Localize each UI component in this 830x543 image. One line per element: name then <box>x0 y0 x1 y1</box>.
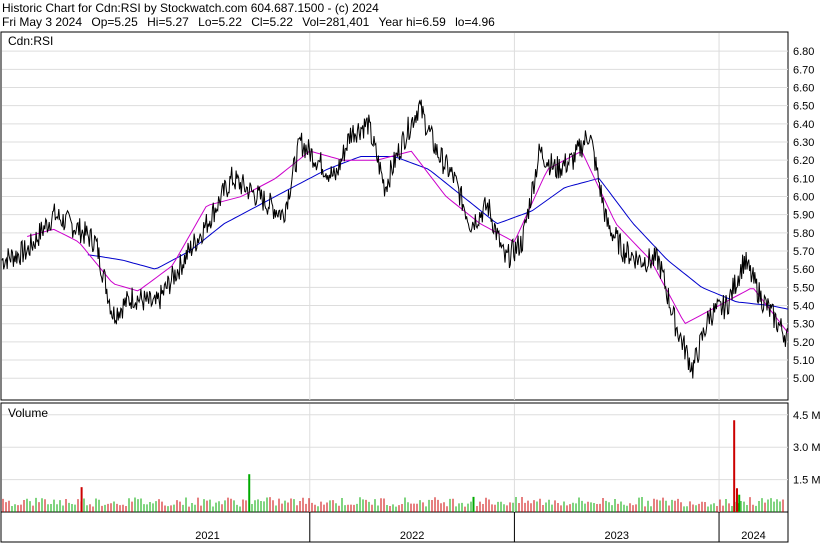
year-label: 2022 <box>400 530 424 542</box>
price-tick-label: 6.30 <box>793 137 814 149</box>
price-tick-label: 6.60 <box>793 83 814 95</box>
price-tick-label: 5.80 <box>793 228 814 240</box>
price-tick-label: 6.00 <box>793 192 814 204</box>
price-tick-label: 6.50 <box>793 101 814 113</box>
stock-chart: 5.00 5.10 5.20 5.30 5.40 5.50 5.60 5.70 5.80 5.90… <box>0 31 821 543</box>
price-tick-label: 5.30 <box>793 319 814 331</box>
price-tick-label: 6.10 <box>793 173 814 185</box>
volume-label: Volume <box>8 406 48 420</box>
volume-tick-label: 1.5 M <box>793 475 821 487</box>
year-label: 2024 <box>741 530 765 542</box>
price-tick-label: 6.80 <box>793 46 814 58</box>
price-tick-label: 6.40 <box>793 119 814 131</box>
price-tick-label: 5.00 <box>793 373 814 385</box>
symbol-label: Cdn:RSI <box>8 34 53 48</box>
volume-tick-label: 4.5 M <box>793 410 821 422</box>
year-label: 2021 <box>195 530 219 542</box>
price-tick-label: 5.10 <box>793 355 814 367</box>
year-label: 2023 <box>604 530 628 542</box>
price-tick-label: 5.90 <box>793 210 814 222</box>
volume-panel <box>0 402 789 513</box>
price-tick-label: 6.70 <box>793 64 814 76</box>
price-tick-label: 6.20 <box>793 155 814 167</box>
price-tick-label: 5.70 <box>793 246 814 258</box>
price-tick-label: 5.60 <box>793 264 814 276</box>
price-tick-label: 5.40 <box>793 301 814 313</box>
time-axis <box>0 511 789 543</box>
volume-tick-label: 3.0 M <box>793 442 821 454</box>
price-tick-label: 5.50 <box>793 282 814 294</box>
price-tick-label: 5.20 <box>793 337 814 349</box>
